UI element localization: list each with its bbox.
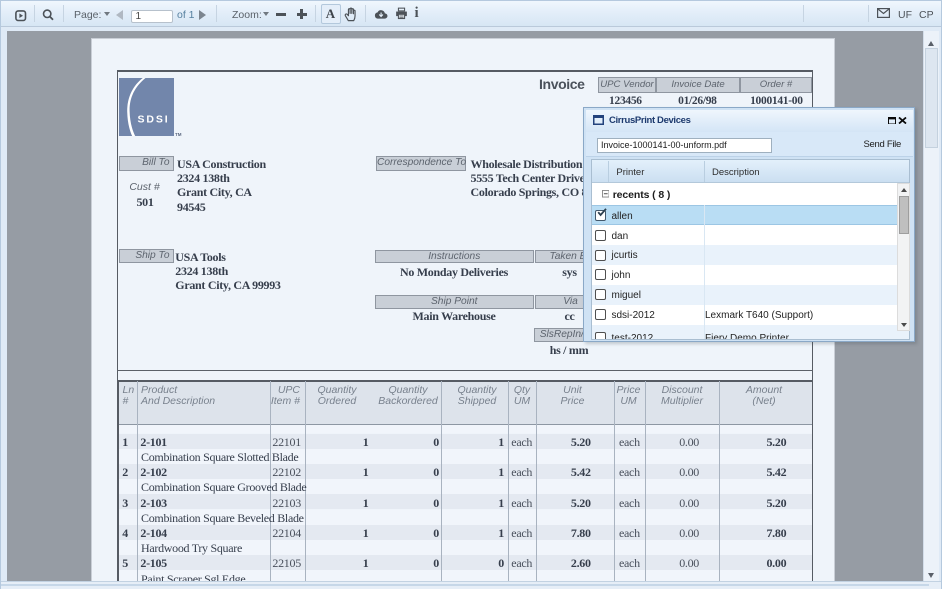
svg-text:SDSI: SDSI	[138, 113, 170, 125]
